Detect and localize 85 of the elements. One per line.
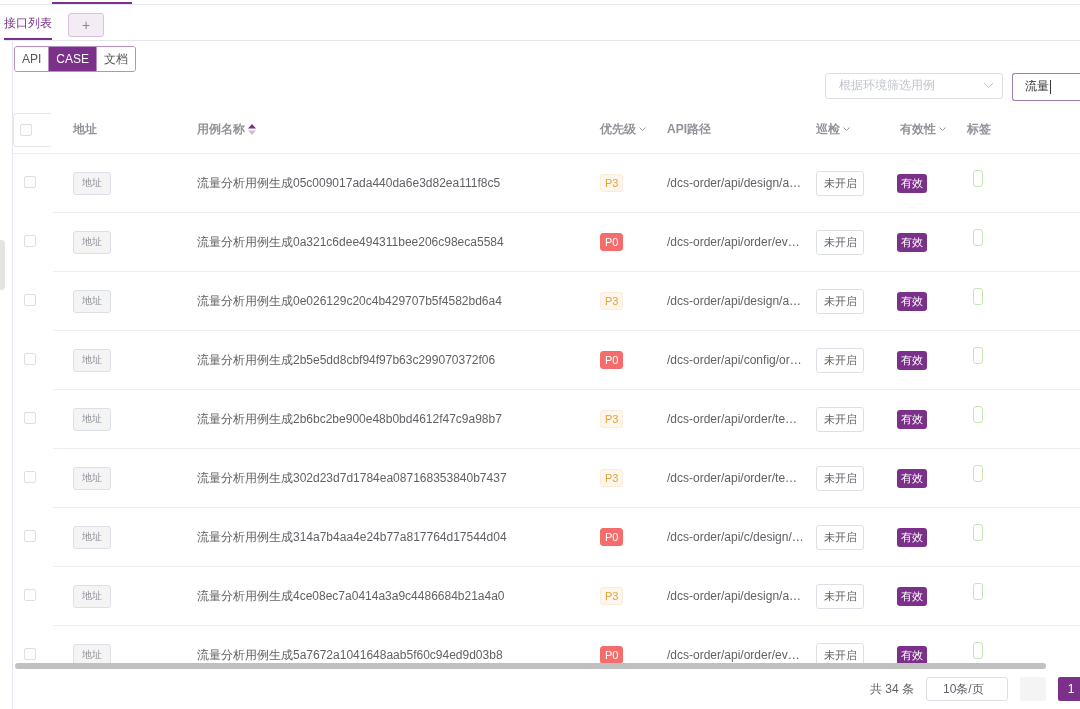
validity-badge: 有效: [897, 232, 927, 252]
collapse-handle[interactable]: [0, 240, 5, 290]
priority-badge: P3: [600, 174, 624, 193]
priority-badge: P3: [600, 410, 624, 429]
priority-badge: P0: [600, 233, 624, 252]
column-header: 有效性: [900, 121, 936, 139]
tag-icon: [973, 465, 983, 483]
validity-badge: 有效: [897, 291, 927, 311]
patrol-button[interactable]: 未开启: [816, 170, 864, 196]
validity-badge: 有效: [897, 409, 927, 429]
api-path: /dcs-order/api/design/a…: [667, 176, 802, 191]
scrollbar[interactable]: [15, 663, 1046, 670]
checkbox[interactable]: [24, 588, 36, 601]
validity-badge: 有效: [897, 527, 927, 547]
tag-icon: [973, 347, 983, 365]
validity-badge: 有效: [897, 173, 927, 193]
api-path: /dcs-order/api/order/te…: [667, 471, 798, 486]
tag-icon: [973, 583, 983, 601]
priority-badge: P0: [600, 646, 624, 664]
tag-icon: [973, 524, 983, 542]
validity-badge: 有效: [897, 350, 927, 370]
checkbox[interactable]: [24, 293, 36, 306]
tag-icon: [973, 229, 983, 247]
view-switch-button[interactable]: CASE: [48, 47, 97, 71]
case-name: 流量分析用例生成314a7b4aa4e24b77a817764d17544d04: [197, 529, 507, 544]
chevron-down-icon[interactable]: [843, 127, 850, 133]
patrol-button[interactable]: 未开启: [816, 229, 864, 255]
page-size-select[interactable]: 10条/页: [926, 677, 1008, 702]
tab[interactable]: 接口列表: [4, 9, 52, 40]
priority-badge: P3: [600, 292, 624, 311]
column-header: 标签: [967, 121, 991, 139]
patrol-button[interactable]: 未开启: [816, 524, 864, 550]
case-name: 流量分析用例生成2b5e5dd8cbf94f97b63c299070372f06: [197, 352, 496, 367]
api-path: /dcs-order/api/design/a…: [667, 589, 802, 604]
column-header: 地址: [73, 121, 97, 139]
case-name: 流量分析用例生成5a7672a1041648aab5f60c94ed9d03b8: [197, 647, 503, 662]
checkbox[interactable]: [24, 234, 36, 247]
api-path: /dcs-order/api/design/a…: [667, 294, 802, 309]
checkbox[interactable]: [24, 647, 36, 660]
priority-badge: P3: [600, 587, 624, 606]
checkbox[interactable]: [24, 352, 36, 365]
column-header: 优先级: [600, 121, 636, 139]
view-switch-button[interactable]: 文档: [96, 47, 136, 71]
patrol-button[interactable]: 未开启: [816, 406, 864, 432]
checkbox[interactable]: [24, 470, 36, 483]
checkbox[interactable]: [24, 411, 36, 424]
validity-badge: 有效: [897, 586, 927, 606]
priority-badge: P0: [600, 528, 624, 547]
case-name: 流量分析用例生成4ce08ec7a0414a3a9c4486684b21a4a0: [197, 588, 505, 603]
priority-badge: P0: [600, 351, 624, 370]
column-header: 用例名称: [197, 121, 245, 139]
api-path: /dcs-order/api/c/design/…: [667, 530, 804, 545]
api-path: /dcs-order/api/order/te…: [667, 412, 798, 427]
checkbox[interactable]: [24, 175, 36, 188]
api-path: /dcs-order/api/config/or…: [667, 353, 802, 368]
page-button[interactable]: 1: [1058, 677, 1080, 702]
patrol-button[interactable]: 未开启: [816, 642, 864, 664]
validity-badge: 有效: [897, 468, 927, 488]
search-field[interactable]: 流量: [1012, 72, 1080, 101]
api-path: /dcs-order/api/order/ev…: [667, 648, 800, 663]
tag-icon: [973, 406, 983, 424]
case-name: 流量分析用例生成0e026129c20c4b429707b5f4582bd6a4: [197, 293, 502, 308]
api-path: /dcs-order/api/order/ev…: [667, 235, 800, 250]
patrol-button[interactable]: 未开启: [816, 347, 864, 373]
column-header: 巡检: [816, 121, 840, 139]
chevron-down-icon[interactable]: [939, 127, 946, 133]
tag-icon: [973, 170, 983, 188]
sort-icon[interactable]: [248, 124, 256, 136]
priority-badge: P3: [600, 469, 624, 488]
case-name: 流量分析用例生成05c009017ada440da6e3d82ea111f8c5: [197, 175, 501, 190]
case-name: 流量分析用例生成0a321c6dee494311bee206c98eca5584: [197, 234, 504, 249]
tag-icon: [973, 288, 983, 306]
column-header: API路径: [667, 121, 711, 139]
checkbox[interactable]: [24, 529, 36, 542]
patrol-button[interactable]: 未开启: [816, 583, 864, 609]
patrol-button[interactable]: 未开启: [816, 288, 864, 314]
patrol-button[interactable]: 未开启: [816, 465, 864, 491]
chevron-down-icon[interactable]: [639, 127, 646, 133]
case-name: 流量分析用例生成302d23d7d1784ea087168353840b7437: [197, 470, 507, 485]
validity-badge: 有效: [897, 645, 927, 664]
checkbox[interactable]: [20, 123, 32, 136]
chevron-down-icon: [983, 82, 994, 90]
case-name: 流量分析用例生成2b6bc2be900e48b0bd4612f47c9a98b7: [197, 411, 502, 426]
tag-icon: [973, 642, 983, 660]
total-count: 共 34 条: [870, 680, 914, 698]
